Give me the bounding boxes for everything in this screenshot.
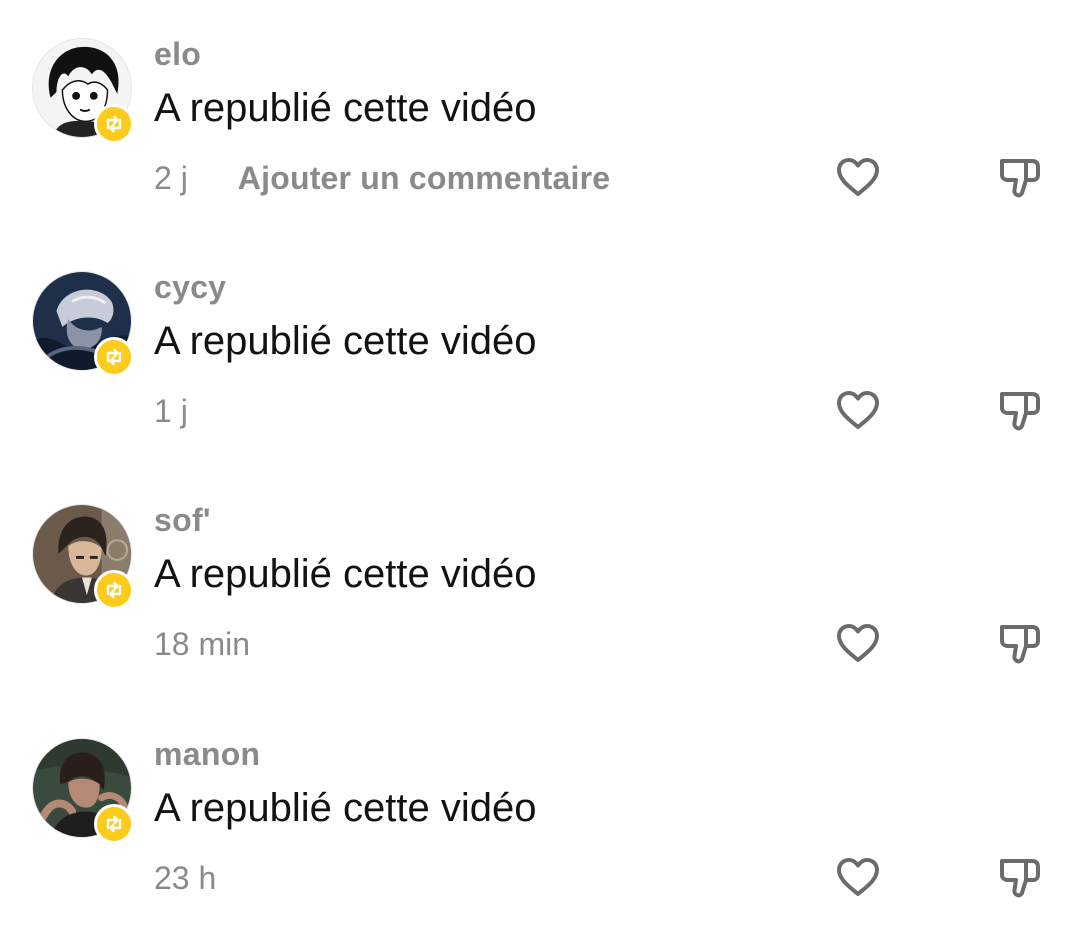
repost-message: A republié cette vidéo [154,319,537,363]
comment-meta: 23 h [154,856,216,900]
heart-icon [837,624,879,662]
comment-meta: 2 j Ajouter un commentaire [154,156,610,200]
like-button[interactable] [834,855,882,899]
timestamp: 2 j [154,160,188,196]
repost-message: A republié cette vidéo [154,86,537,130]
thumbs-down-icon [1000,392,1040,431]
like-button[interactable] [834,388,882,432]
dislike-button[interactable] [996,855,1042,899]
heart-icon [837,391,879,429]
comment-meta: 18 min [154,622,250,666]
repost-badge [94,104,134,144]
like-button[interactable] [834,621,882,665]
repost-item: manon A republié cette vidéo 23 h [0,700,1080,900]
repost-item: sof' A republié cette vidéo 18 min [0,466,1080,666]
thumbs-down-icon [1000,159,1040,198]
repost-badge [94,337,134,377]
repost-message: A republié cette vidéo [154,552,537,596]
username[interactable]: manon [154,734,260,774]
username[interactable]: sof' [154,500,211,540]
repost-icon [106,115,122,133]
repost-item: elo A republié cette vidéo 2 j Ajouter u… [0,0,1080,200]
repost-icon [106,348,122,366]
repost-icon [106,815,122,833]
username[interactable]: cycy [154,267,226,307]
timestamp: 23 h [154,860,217,896]
thumbs-down-icon [1000,859,1040,898]
comment-meta: 1 j [154,389,188,433]
dislike-button[interactable] [996,155,1042,199]
repost-icon [106,581,122,599]
repost-badge [94,804,134,844]
dislike-button[interactable] [996,621,1042,665]
dislike-button[interactable] [996,388,1042,432]
add-comment-button[interactable]: Ajouter un commentaire [238,156,610,200]
repost-badge [94,570,134,610]
repost-item: cycy A republié cette vidéo 1 j [0,233,1080,433]
thumbs-down-icon [1000,625,1040,664]
heart-icon [837,158,879,196]
like-button[interactable] [834,155,882,199]
heart-icon [837,858,879,896]
timestamp: 18 min [154,626,251,662]
timestamp: 1 j [154,393,188,429]
repost-message: A republié cette vidéo [154,786,537,830]
username[interactable]: elo [154,34,201,74]
